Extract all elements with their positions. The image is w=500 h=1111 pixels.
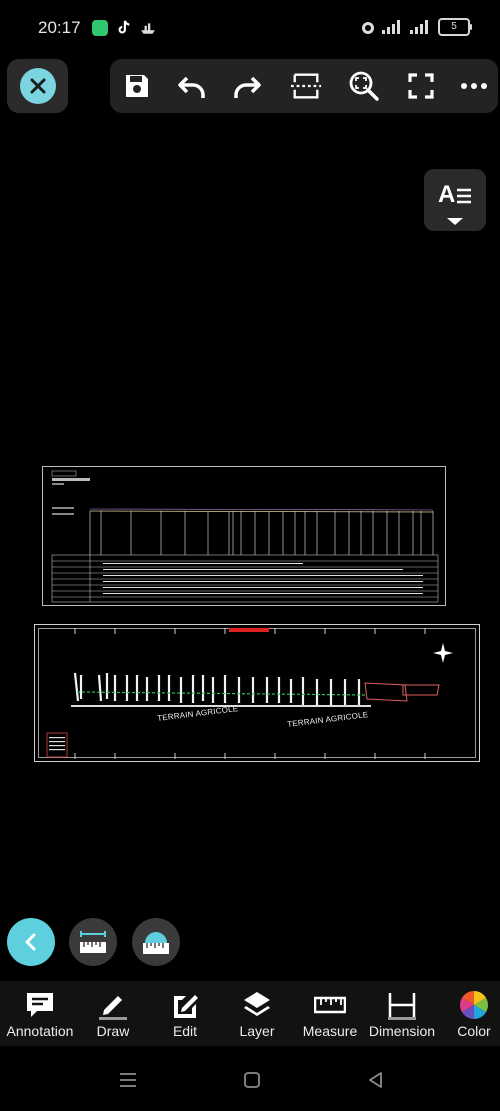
back-button[interactable] — [7, 918, 55, 966]
annotation-icon — [27, 993, 53, 1017]
layer-tool[interactable]: Layer — [228, 989, 286, 1039]
profile-table-values — [103, 563, 423, 594]
zoom-fit-icon — [349, 71, 379, 101]
drawing-profile-view — [42, 466, 446, 606]
undo-button[interactable] — [176, 70, 208, 102]
scan-icon — [290, 73, 322, 99]
fullscreen-button[interactable] — [405, 70, 437, 102]
scan-button[interactable] — [290, 70, 322, 102]
status-indicators: 5 — [360, 18, 472, 36]
alarm-icon — [362, 22, 374, 34]
area-measure-icon — [143, 932, 169, 954]
plan-profile-lines — [73, 672, 361, 705]
edit-icon — [174, 995, 198, 1018]
color-tool[interactable]: Color — [448, 989, 500, 1039]
save-button[interactable] — [121, 70, 153, 102]
bottom-toolbar: Annotation Draw Edit Layer Measure Dimen… — [0, 981, 500, 1046]
profile-table — [51, 554, 439, 603]
dimension-label: Dimension — [368, 1023, 436, 1039]
color-wheel-icon — [460, 991, 488, 1019]
layer-label: Layer — [239, 1023, 275, 1039]
linear-measure-button[interactable] — [69, 918, 117, 966]
annotation-label: Annotation — [6, 1023, 74, 1039]
dimension-icon — [388, 993, 416, 1020]
annotation-tool[interactable]: Annotation — [4, 989, 76, 1039]
ship-icon — [141, 23, 155, 34]
tiktok-icon — [118, 20, 130, 34]
battery-indicator: 5 — [438, 18, 472, 36]
more-button[interactable] — [458, 70, 490, 102]
ruler-icon — [314, 996, 346, 1014]
linear-measure-icon — [80, 931, 106, 953]
text-style-button[interactable]: A — [424, 169, 486, 231]
home-square-icon — [244, 1072, 260, 1088]
edit-label: Edit — [172, 1023, 198, 1039]
signal-2-icon — [410, 20, 428, 34]
recent-apps-button[interactable] — [116, 1068, 140, 1092]
color-label: Color — [457, 1023, 491, 1039]
status-time: 20:17 — [38, 18, 81, 37]
system-nav-bar — [0, 1046, 500, 1111]
edit-tool[interactable]: Edit — [156, 989, 214, 1039]
triangle-back-icon — [369, 1072, 382, 1088]
system-back-button[interactable] — [364, 1068, 388, 1092]
plan-drawing — [46, 628, 453, 759]
text-style-label: A — [438, 181, 456, 208]
measure-label: Measure — [302, 1023, 358, 1039]
save-icon — [126, 75, 148, 97]
draw-label: Draw — [96, 1023, 130, 1039]
north-arrow — [433, 643, 453, 663]
dimension-tool[interactable]: Dimension — [366, 989, 438, 1039]
zoom-fit-button[interactable] — [348, 70, 380, 102]
profile-drawing — [51, 470, 439, 603]
close-icon — [19, 68, 56, 104]
measure-tool[interactable]: Measure — [298, 989, 362, 1039]
layers-icon — [244, 992, 270, 1016]
fullscreen-icon — [408, 73, 434, 99]
redo-icon — [234, 76, 261, 98]
app-notification-icon — [92, 20, 108, 36]
close-button[interactable] — [7, 59, 68, 113]
profile-verticals — [89, 511, 434, 555]
pen-icon — [99, 996, 127, 1020]
signal-icon — [382, 20, 400, 34]
menu-icon — [120, 1073, 136, 1087]
status-bar: 20:17 5 — [0, 0, 500, 56]
chevron-down-icon — [447, 218, 463, 225]
redo-button[interactable] — [231, 70, 263, 102]
more-icon — [461, 83, 487, 89]
area-measure-button[interactable] — [132, 918, 180, 966]
chevron-left-icon — [25, 933, 36, 951]
draw-tool[interactable]: Draw — [84, 989, 142, 1039]
drawing-plan-view: TERRAIN AGRICOLE TERRAIN AGRICOLE — [34, 624, 480, 762]
undo-icon — [178, 76, 205, 98]
top-toolbar — [110, 59, 498, 113]
home-button[interactable] — [240, 1068, 264, 1092]
text-lines-icon — [457, 188, 471, 204]
